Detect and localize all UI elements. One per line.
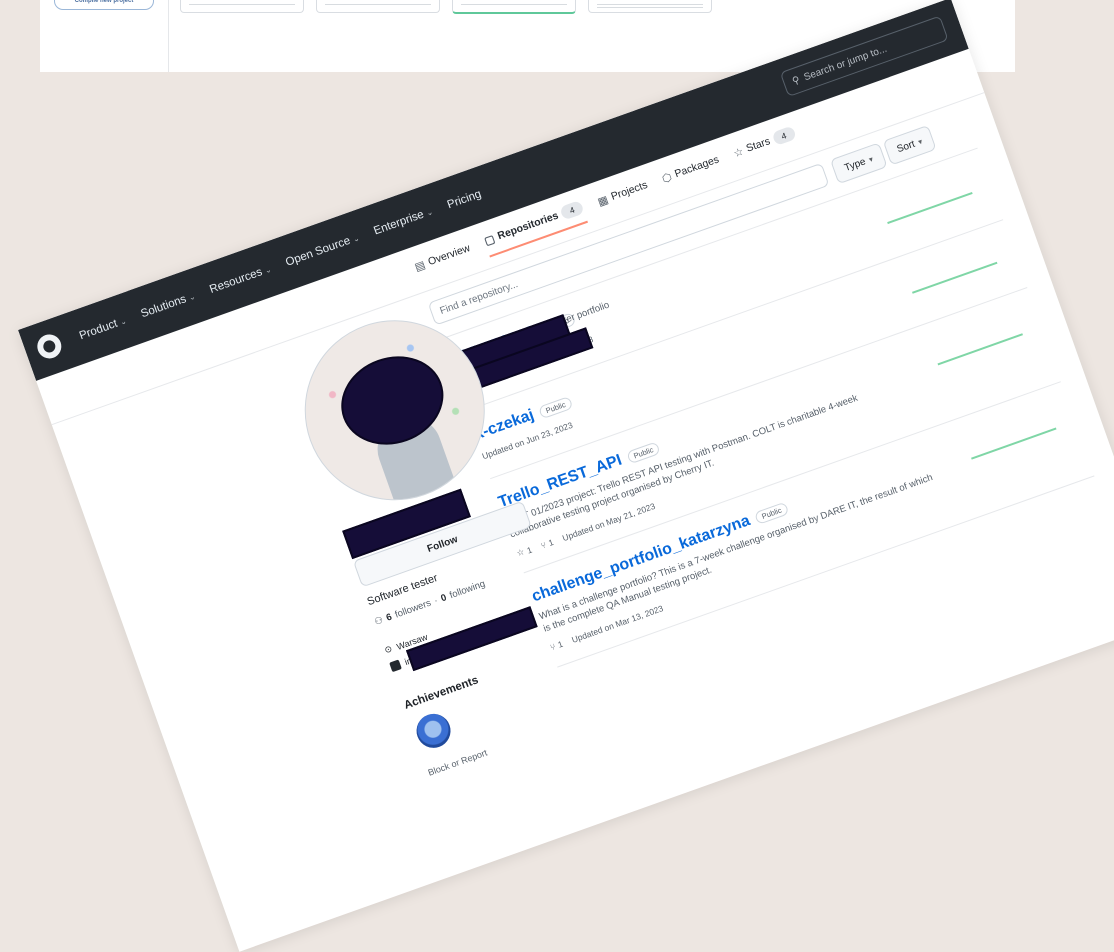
fork-icon: ⑂ bbox=[548, 641, 557, 653]
preview-card bbox=[588, 0, 712, 13]
chevron-down-icon: ⌄ bbox=[263, 264, 273, 276]
caret-down-icon: ▾ bbox=[916, 136, 924, 147]
tab-projects[interactable]: ▦ Projects bbox=[595, 177, 652, 217]
compile-project-button[interactable]: Compile new project bbox=[54, 0, 154, 10]
stars-count[interactable]: ☆ 1 bbox=[515, 544, 533, 560]
preview-card bbox=[452, 0, 576, 14]
fork-icon: ⑂ bbox=[539, 539, 548, 551]
block-or-report-link[interactable]: Block or Report bbox=[427, 747, 489, 777]
achievement-badge-icon[interactable] bbox=[411, 709, 456, 753]
table-icon: ▦ bbox=[596, 193, 610, 209]
forks-count[interactable]: ⑂1 bbox=[549, 639, 564, 653]
activity-sparkline bbox=[887, 191, 973, 224]
star-icon: ☆ bbox=[731, 145, 746, 160]
nav-item-pricing[interactable]: Pricing bbox=[446, 188, 483, 211]
repo-icon: ▢ bbox=[482, 232, 497, 248]
nav-item-product[interactable]: Product ⌄ bbox=[78, 314, 129, 342]
linkedin-icon bbox=[389, 659, 402, 673]
following-label[interactable]: following bbox=[448, 578, 487, 601]
chevron-down-icon: ⌄ bbox=[118, 315, 128, 327]
chevron-down-icon: ⌄ bbox=[187, 291, 197, 303]
github-profile-page: Product ⌄ Solutions ⌄ Resources ⌄ Open Sour… bbox=[18, 0, 1114, 952]
followers-label[interactable]: followers bbox=[394, 598, 433, 621]
people-icon: ⚇ bbox=[373, 614, 385, 628]
forks-count[interactable]: ⑂1 bbox=[539, 537, 554, 551]
followers-count[interactable]: 6 bbox=[385, 612, 394, 624]
location-icon: ⊙ bbox=[383, 643, 394, 656]
achievements-heading: Achievements bbox=[402, 674, 481, 712]
preview-card bbox=[316, 0, 440, 13]
divider bbox=[168, 0, 169, 72]
nav-item-resources[interactable]: Resources ⌄ bbox=[208, 263, 273, 296]
following-count[interactable]: 0 bbox=[439, 592, 448, 604]
activity-sparkline bbox=[971, 427, 1057, 460]
visibility-badge: Public bbox=[625, 440, 661, 464]
visibility-badge: Public bbox=[538, 395, 573, 419]
github-logo-icon[interactable] bbox=[34, 331, 65, 362]
visibility-badge: Public bbox=[754, 501, 789, 525]
nav-item-solutions[interactable]: Solutions ⌄ bbox=[139, 290, 197, 320]
chevron-down-icon: ⌄ bbox=[424, 206, 435, 218]
repo-count-badge: 4 bbox=[559, 199, 585, 221]
nav-item-enterprise[interactable]: Enterprise ⌄ bbox=[372, 205, 435, 238]
activity-sparkline bbox=[912, 261, 998, 294]
package-icon: ⬡ bbox=[660, 170, 674, 186]
stars-count-badge: 4 bbox=[771, 125, 797, 147]
preview-card bbox=[180, 0, 304, 13]
chevron-down-icon: ⌄ bbox=[351, 232, 361, 244]
nav-item-open-source[interactable]: Open Source ⌄ bbox=[284, 232, 361, 269]
search-icon: ⚲ bbox=[790, 74, 802, 87]
type-dropdown[interactable]: Type ▾ bbox=[829, 142, 888, 185]
activity-sparkline bbox=[937, 333, 1023, 365]
sort-dropdown[interactable]: Sort ▾ bbox=[882, 124, 937, 166]
book-icon: ▤ bbox=[413, 258, 427, 274]
star-icon: ☆ bbox=[515, 546, 526, 559]
caret-down-icon: ▾ bbox=[867, 154, 875, 164]
